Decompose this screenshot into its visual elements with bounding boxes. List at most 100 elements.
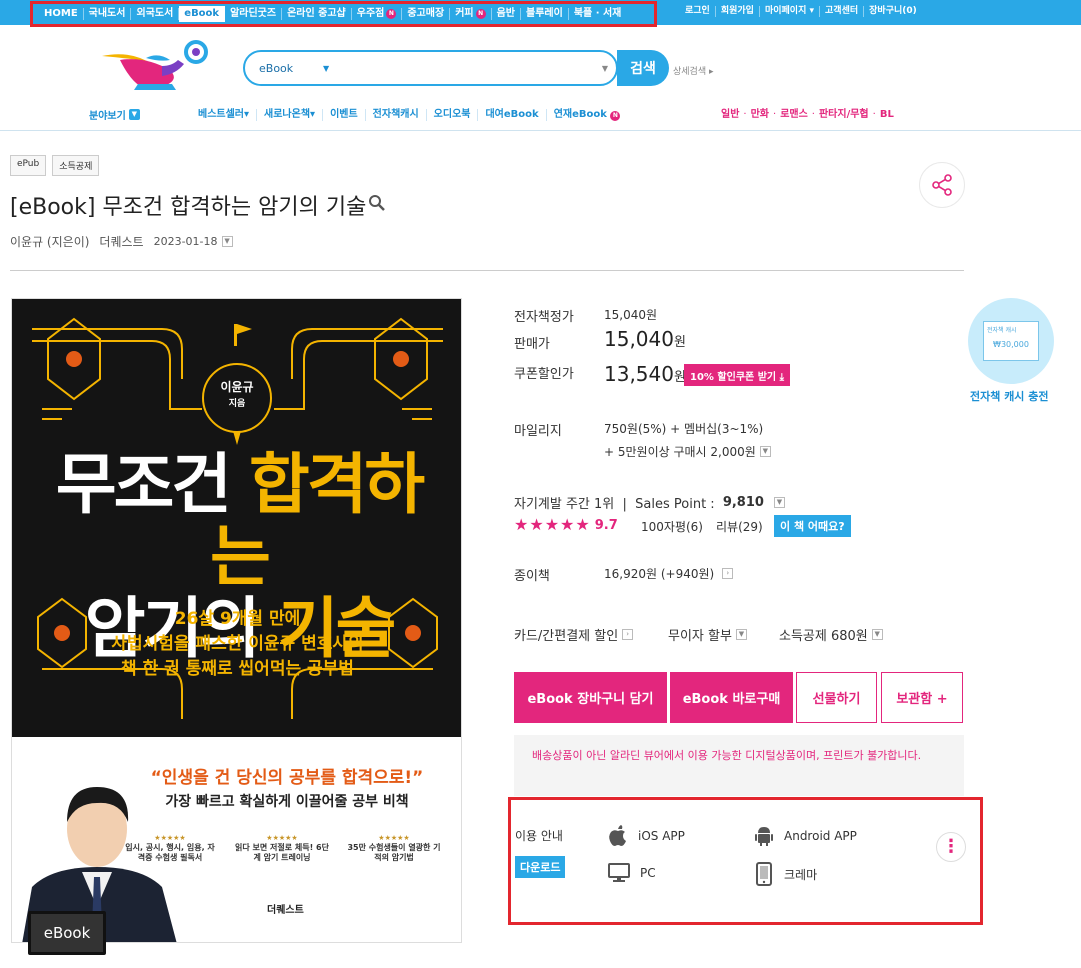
gnb-serial-ebook[interactable]: 연재eBook N: [545, 109, 628, 121]
usage-label: 이용 안내: [515, 829, 563, 843]
nav-ebook[interactable]: eBook: [179, 6, 226, 22]
mileage-label: 마일리지: [514, 424, 562, 439]
nav-korean-books[interactable]: 국내도서: [84, 8, 132, 20]
nav-coffee-label: 커피: [455, 8, 474, 19]
chevron-right-icon[interactable]: ›: [722, 568, 734, 579]
search-input[interactable]: [339, 54, 602, 82]
review-link[interactable]: 리뷰(29): [716, 518, 763, 535]
star-icon: ★: [529, 515, 544, 534]
android-icon: [755, 827, 773, 846]
new-badge: N: [610, 111, 621, 121]
how-about-book-button[interactable]: 이 책 어때요?: [774, 515, 851, 537]
publisher-link[interactable]: 더퀘스트: [99, 233, 143, 250]
download-badge[interactable]: 다운로드: [515, 856, 566, 878]
cover-publisher: 더퀘스트: [267, 905, 304, 916]
aladin-logo[interactable]: [100, 36, 212, 92]
login-link[interactable]: 로그인: [680, 6, 716, 17]
ios-app-link[interactable]: iOS APP: [608, 825, 685, 847]
crema-link[interactable]: 크레마: [754, 862, 817, 886]
paper-book-price[interactable]: 16,920원 (+940원) ›: [604, 565, 734, 582]
search-button[interactable]: 검색: [617, 50, 669, 86]
rating-score: 9.7: [594, 517, 618, 533]
search-icon[interactable]: [368, 193, 386, 218]
star-icon: ★: [560, 515, 575, 534]
share-icon: [932, 174, 952, 196]
ebook-cash-label[interactable]: 전자책 캐시 충전: [970, 388, 1049, 404]
chevron-down-icon[interactable]: ▼: [759, 446, 771, 457]
coupon-price-value: 13,540: [604, 362, 674, 386]
mileage-line1: 750원(5%) + 멤버십(3~1%): [604, 422, 764, 436]
paper-book-label: 종이책: [514, 569, 550, 584]
gnb-events[interactable]: 이벤트: [322, 109, 365, 121]
search-category-select[interactable]: eBook: [259, 62, 323, 75]
header-divider: [0, 130, 1081, 131]
nav-music[interactable]: 음반: [492, 8, 521, 20]
chevron-down-icon[interactable]: ▼: [323, 64, 329, 73]
signup-link[interactable]: 회원가입: [716, 6, 760, 17]
cover-subtitle-line: 책 한 권 통째로 씹어먹는 공부법: [121, 659, 354, 679]
chevron-down-icon[interactable]: ▼: [871, 629, 883, 640]
nav-used-store[interactable]: 중고매장: [402, 8, 451, 20]
add-to-cart-button[interactable]: eBook 장바구니 담기: [514, 672, 667, 723]
android-app-label: Android APP: [784, 829, 857, 843]
cover-author-name: 이윤규: [220, 380, 254, 394]
cover-laurel-stars: ★★★★★: [266, 834, 298, 842]
advanced-search-link[interactable]: 상세검색 ▸: [673, 64, 714, 77]
nav-bookple[interactable]: 북플 · 서재: [569, 8, 627, 20]
pc-link[interactable]: PC: [608, 862, 656, 884]
installment[interactable]: 무이자 할부 ▼: [668, 625, 747, 644]
buy-now-button[interactable]: eBook 바로구매: [670, 672, 793, 723]
nav-goods[interactable]: 알라딘굿즈: [225, 8, 283, 20]
cover-laurel: ★★★★★ 35만 수험생들이 열광한 기적의 암기법: [346, 821, 442, 887]
digital-product-notice: 배송상품이 아닌 알라딘 뷰어에서 이용 가능한 디지털상품이며, 프린트가 불…: [514, 735, 964, 796]
cart-link[interactable]: 장바구니(0): [864, 6, 922, 17]
gnb-new-books[interactable]: 새로나온책▾: [256, 109, 322, 121]
genre-comics[interactable]: 만화: [751, 109, 769, 121]
book-cover[interactable]: 이윤규 지음 무조건 합격하는 암기의 기술 26살 9개월 만에 사법시험을 …: [11, 298, 462, 943]
tax-deduction-text: 소득공제 680원: [779, 629, 868, 644]
card-discount[interactable]: 카드/간편결제 할인 ›: [514, 625, 634, 644]
short-review-link[interactable]: 100자평(6): [641, 518, 703, 535]
separator: ·: [811, 109, 815, 120]
chevron-right-icon[interactable]: ›: [622, 629, 634, 640]
nav-used-shop[interactable]: 온라인 중고샵: [282, 8, 352, 20]
category-menu-button[interactable]: 분야보기 ▼: [89, 107, 140, 122]
ebook-cash-charge[interactable]: 전자책 캐시 ₩30,000: [968, 298, 1054, 384]
genre-fantasy[interactable]: 판타지/무협: [819, 109, 869, 121]
mileage-line2-text: + 5만원이상 구매시 2,000원: [604, 445, 756, 459]
wishlist-button[interactable]: 보관함 +: [881, 672, 963, 723]
gnb-ebook-cash[interactable]: 전자책캐시: [364, 109, 426, 121]
share-button[interactable]: [919, 162, 965, 208]
coupon-download-button[interactable]: 10% 할인쿠폰 받기 ⤓: [684, 364, 790, 386]
ebook-badge: eBook: [28, 911, 106, 955]
nav-home[interactable]: HOME: [39, 8, 84, 20]
chevron-down-icon[interactable]: ▼: [221, 236, 233, 247]
cover-laurel-text: 입시, 공시, 행시, 임용, 자격증 수험생 필독서: [125, 843, 215, 862]
support-link[interactable]: 고객센터: [820, 6, 865, 17]
android-app-link[interactable]: Android APP: [754, 825, 857, 847]
gnb-bestseller[interactable]: 베스트셀러▾: [191, 109, 256, 121]
chevron-down-icon[interactable]: ▼: [773, 497, 785, 508]
cash-card-amount: ₩30,000: [993, 340, 1029, 349]
nav-coffee[interactable]: 커피 N: [450, 8, 492, 20]
gift-button[interactable]: 선물하기: [796, 672, 877, 723]
nav-foreign-books[interactable]: 외국도서: [131, 8, 180, 20]
more-options-icon[interactable]: ⋮: [936, 832, 966, 862]
chevron-down-icon[interactable]: ▼: [735, 629, 747, 640]
author-link[interactable]: 이윤규 (지은이): [10, 233, 89, 250]
mypage-link[interactable]: 마이페이지 ▾: [760, 6, 821, 17]
gnb-audiobook[interactable]: 오디오북: [425, 109, 478, 121]
mileage-line2: + 5만원이상 구매시 2,000원 ▼: [604, 443, 771, 460]
autocomplete-toggle-icon[interactable]: ▼: [602, 64, 608, 73]
list-price-label: 전자책정가: [514, 310, 574, 325]
genre-general[interactable]: 일반: [721, 109, 739, 121]
cover-quote-sub: 가장 빠르고 확실하게 이끌어줄 공부 비책: [165, 794, 409, 810]
tax-deduction[interactable]: 소득공제 680원 ▼: [779, 625, 883, 644]
gnb-rental-ebook[interactable]: 대여eBook: [477, 109, 545, 121]
genre-romance[interactable]: 로맨스: [780, 109, 808, 121]
genre-bl[interactable]: BL: [880, 109, 894, 121]
cash-card-icon: 전자책 캐시 ₩30,000: [983, 321, 1039, 361]
nav-space-store[interactable]: 우주점 N: [352, 8, 403, 20]
nav-bluray[interactable]: 블루레이: [521, 8, 569, 20]
tag-epub: ePub: [10, 155, 47, 176]
